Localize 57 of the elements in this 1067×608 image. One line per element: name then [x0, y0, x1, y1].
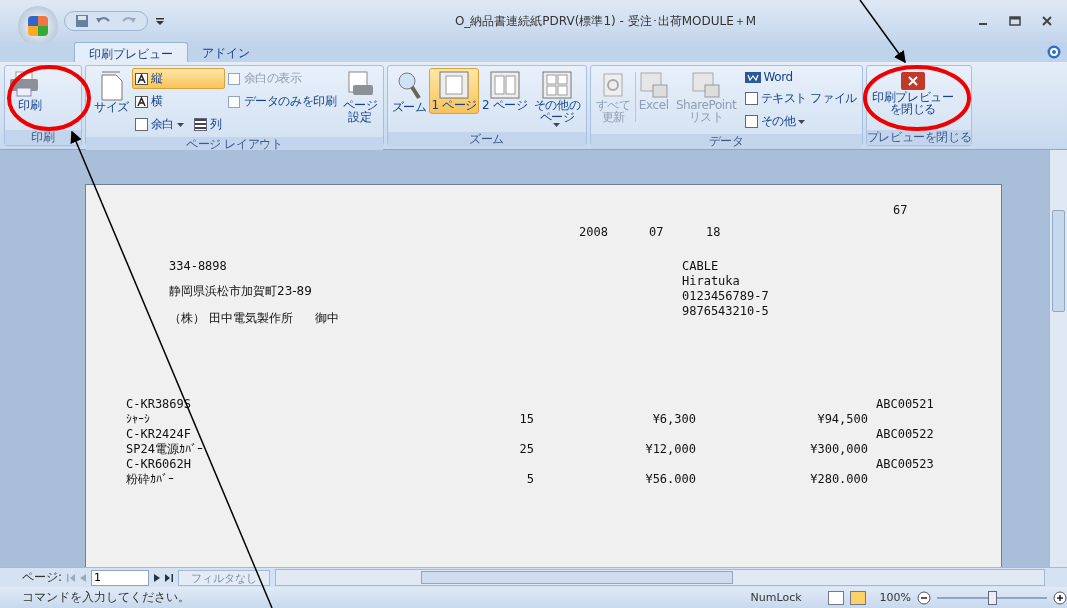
close-preview-button[interactable]: 印刷プレビューを閉じる	[868, 68, 957, 118]
date-part: 2008	[579, 225, 609, 239]
group-label: 印刷	[5, 130, 81, 145]
item-unit-price: ¥56.000	[644, 472, 696, 487]
item-reference: ABC00521	[875, 397, 935, 412]
more-pages-button[interactable]: その他のページ	[530, 68, 584, 130]
page-setup-button[interactable]: ページ設定	[339, 68, 381, 126]
date-part: 18	[706, 225, 721, 239]
date-part: 07	[649, 225, 665, 239]
recipient-company: （株） 田中電気製作所	[169, 310, 293, 327]
item-unit-price: ¥12,000	[644, 442, 696, 457]
item-code: C-KR2424F	[126, 427, 193, 442]
sender-line: 9876543210-5	[682, 304, 769, 319]
item-code: C-KR6062H	[126, 457, 193, 472]
ribbon-tab[interactable]: アドイン	[188, 42, 264, 62]
postal-code: 334-8898	[169, 259, 228, 273]
print-data-only-checkbox[interactable]: データのみを印刷	[225, 91, 339, 112]
item-quantity: 25	[518, 442, 534, 457]
one-page-button[interactable]: 1 ページ	[429, 68, 479, 114]
recipient-address: 静岡県浜松市加賀町23-89	[169, 283, 313, 300]
margins-button[interactable]: 余白	[131, 114, 187, 135]
word-export-button[interactable]: Word	[741, 68, 860, 86]
item-reference: ABC00522	[875, 427, 935, 442]
sender-line: Hiratuka	[682, 274, 741, 289]
ribbon-tab[interactable]: 印刷プレビュー	[74, 42, 188, 62]
sender-line: CABLE	[682, 259, 720, 274]
landscape-button[interactable]: 横	[131, 91, 225, 112]
page-number: 67	[892, 203, 909, 217]
sender-line: 0123456789-7	[682, 289, 769, 304]
window-title: O_納品書連続紙PDRV(標準1) - 受注･出荷MODULE＋M	[453, 12, 758, 30]
item-reference: ABC00523	[875, 457, 935, 472]
numlock-indicator: NumLock	[750, 591, 802, 604]
page-number-field[interactable]: 1	[91, 569, 150, 586]
status-message: コマンドを入力してください。	[22, 589, 191, 606]
item-amount: ¥300,000	[809, 442, 868, 457]
group-label: プレビューを閉じる	[866, 130, 972, 145]
size-button[interactable]: サイズ	[92, 68, 131, 116]
item-quantity: 15	[518, 412, 534, 427]
item-unit-price: ¥6,300	[651, 412, 696, 427]
text-file-export-button[interactable]: テキスト ファイル	[741, 88, 860, 109]
more-export-button[interactable]: その他	[741, 111, 860, 132]
zoom-percentage: 100%	[879, 591, 911, 604]
item-amount: ¥94,500	[816, 412, 868, 427]
portrait-button[interactable]: 縦	[131, 68, 225, 89]
group-label: ズーム	[387, 132, 586, 147]
columns-button[interactable]: 列	[191, 114, 225, 135]
page-label: ページ:	[22, 569, 63, 586]
print-button[interactable]: 印刷	[7, 68, 41, 114]
item-name: ｼｬｰｼ	[126, 412, 151, 427]
item-quantity: 5	[525, 472, 534, 487]
item-name: SP24電源ｶﾊﾞｰ	[126, 442, 204, 457]
item-amount: ¥280.000	[809, 472, 868, 487]
honorific: 御中	[314, 310, 339, 327]
zoom-button[interactable]: ズーム	[389, 68, 429, 116]
item-name: 粉砕ｶﾊﾞｰ	[126, 472, 175, 487]
group-label: データ	[590, 134, 862, 149]
two-pages-button[interactable]: 2 ページ	[479, 68, 530, 114]
